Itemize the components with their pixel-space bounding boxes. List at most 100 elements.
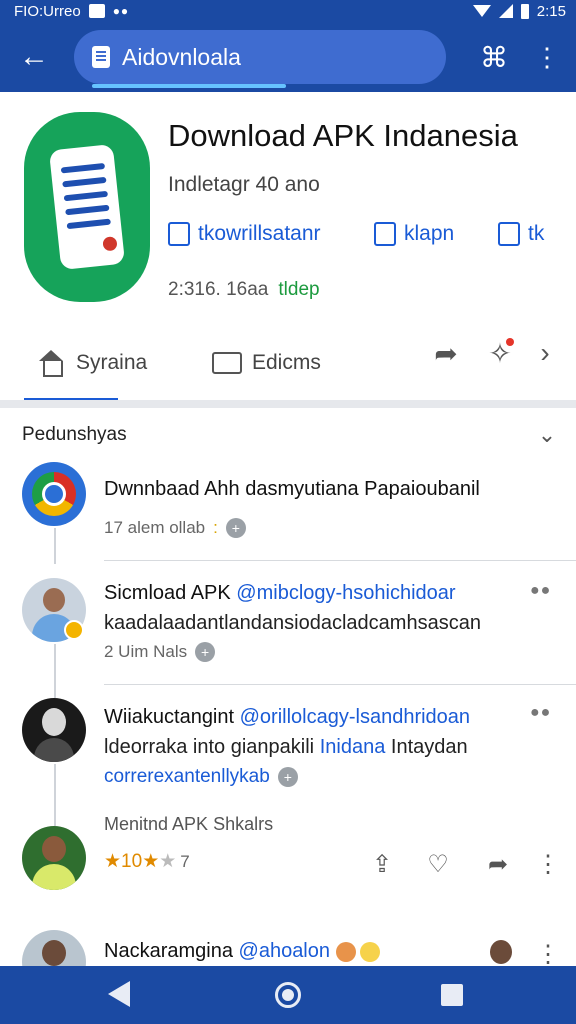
comment-3-body-suffix: Intaydan <box>390 736 468 758</box>
share-icon: ➦ <box>434 337 458 369</box>
action-label-1: tkowrillsatanr <box>198 222 321 245</box>
collapse-button[interactable]: ⌄ <box>532 420 562 450</box>
section-title: Pedunshyas <box>22 424 127 445</box>
notification-dot <box>506 338 514 346</box>
row-divider <box>104 560 576 561</box>
tab-switcher-button[interactable]: ⌘ <box>474 40 514 74</box>
more-vertical-icon: ⋮ <box>536 940 560 968</box>
tab-editions[interactable]: Edicms <box>212 326 321 400</box>
home-icon <box>36 350 66 377</box>
like-button[interactable]: ♡ <box>420 848 456 880</box>
app-actions: tkowrillsatanr klapn tk <box>168 222 568 252</box>
edit-icon <box>374 222 396 246</box>
screen-icon <box>212 352 242 374</box>
signal-icon <box>498 4 513 18</box>
comment-2-header: Sicmload APK @mibclogy-hsohichidoar <box>104 582 456 605</box>
star-icon: ★ <box>142 851 160 872</box>
review-caption: Menitnd APK Shkalrs <box>104 814 274 834</box>
comment-2-mention[interactable]: @mibclogy-hsohichidoar <box>236 582 455 604</box>
comment-1-meta-text: 17 alem ollab <box>104 518 206 537</box>
rating-count: 7 <box>180 852 190 871</box>
more-vertical-icon: ⋮ <box>536 850 560 878</box>
status-left: FIO:Urreo ●● <box>14 3 129 20</box>
comment-3-link[interactable]: correrexantenllykab <box>104 766 270 788</box>
comment-1-meta-colon: : <box>213 518 218 537</box>
back-button[interactable]: ← <box>14 40 54 74</box>
review-rating: ★10★★ 7 <box>104 850 190 873</box>
url-bar[interactable]: Aidovnloala <box>74 30 446 84</box>
comment-3-mention[interactable]: @orillolcagy-lsandhridoan <box>240 706 470 728</box>
heart-icon: ♡ <box>427 850 449 878</box>
emoji-badge-icon <box>64 620 84 640</box>
more-menu-button[interactable]: ⋮ <box>530 40 564 74</box>
tab-home-label: Syraina <box>76 351 148 374</box>
add-reaction-icon[interactable]: + <box>225 518 246 538</box>
comment-5-mention[interactable]: @ahoalon <box>239 940 330 962</box>
comment-1-meta: 17 alem ollab: + <box>104 518 246 538</box>
thread-line <box>54 764 56 826</box>
review-more-button[interactable]: ⋮ <box>530 848 566 880</box>
action-button-2[interactable]: klapn <box>374 222 454 246</box>
wifi-icon <box>472 5 491 17</box>
emoji-icon <box>336 941 356 962</box>
comment-2-name: Sicmload APK <box>104 582 231 604</box>
more-vertical-icon: ⋮ <box>534 42 560 72</box>
comment-5-header: Nackaramgina @ahoalon <box>104 940 380 963</box>
nav-back-icon[interactable] <box>108 981 130 1007</box>
app-meta-status: tldep <box>278 279 320 300</box>
action-label-3: tk <box>528 222 545 245</box>
nav-home-icon[interactable] <box>275 982 301 1008</box>
comment-1-text: Dwnnbaad Ahh dasmyutiana Papaioubanil <box>104 478 480 500</box>
star-empty-icon: ★ <box>159 851 177 872</box>
nav-recents-icon[interactable] <box>441 984 463 1006</box>
share-button[interactable]: ➦ <box>426 336 466 370</box>
next-button[interactable]: › <box>530 336 560 370</box>
user-avatar[interactable] <box>22 826 86 890</box>
page-load-progress <box>92 84 286 88</box>
comment-2-meta-text: 2 Uim Nals <box>104 642 188 661</box>
arrow-left-icon: ← <box>19 40 49 73</box>
user-avatar[interactable] <box>22 698 86 762</box>
system-nav-bar <box>0 966 576 1024</box>
share-icon: ⇪ <box>371 850 393 878</box>
notification-dots-icon: ●● <box>112 4 130 18</box>
notification-icon <box>88 4 105 18</box>
chevron-right-icon: › <box>540 337 550 368</box>
action-label-2: klapn <box>404 222 455 245</box>
action-button-1[interactable]: tkowrillsatanr <box>168 222 321 246</box>
comment-3-body-prefix: ldeorraka into gianpakili <box>104 736 315 758</box>
share-button[interactable]: ⇪ <box>364 848 400 880</box>
add-reaction-icon[interactable]: + <box>195 642 216 662</box>
thread-line <box>54 528 56 564</box>
chevron-down-icon: ⌄ <box>537 422 557 447</box>
tab-switcher-icon: ⌘ <box>480 41 508 73</box>
comment-3-body-link[interactable]: Inidana <box>320 736 386 758</box>
app-logo <box>24 112 150 302</box>
section-divider <box>0 400 576 408</box>
comment-2-more-button[interactable]: ●● <box>530 582 551 600</box>
app-title: Download APK Indanesia <box>168 118 518 153</box>
tab-home[interactable]: Syraina <box>36 326 147 400</box>
comment-3-header: Wiiakuctangint @orillolcagy-lsandhridoan <box>104 706 470 729</box>
tab-editions-label: Edicms <box>252 351 321 374</box>
browser-toolbar: ← Aidovnloala ⌘ ⋮ <box>0 22 576 92</box>
chrome-avatar[interactable] <box>22 462 86 526</box>
more-horizontal-icon: ●● <box>530 704 552 721</box>
app-meta: 2:316. 16aa tldep <box>168 279 320 301</box>
highlight-button[interactable]: ✧ <box>480 336 520 370</box>
comment-3-more-button[interactable]: ●● <box>530 704 551 722</box>
status-carrier-text: FIO:Urreo <box>14 2 81 20</box>
add-reaction-icon[interactable]: + <box>277 767 298 787</box>
forward-button[interactable]: ➦ <box>480 848 516 880</box>
rating-value: 10 <box>121 851 143 872</box>
star-icon: ★ <box>104 851 122 872</box>
page-icon <box>92 46 110 68</box>
bookmark-icon <box>168 222 190 246</box>
small-avatar <box>490 940 512 964</box>
action-button-3[interactable]: tk <box>498 222 544 246</box>
more-horizontal-icon: ●● <box>530 582 552 599</box>
comment-2-meta: 2 Uim Nals + <box>104 642 216 662</box>
comment-3-body: ldeorraka into gianpakili Inidana Intayd… <box>104 736 468 759</box>
document-icon <box>48 143 126 271</box>
app-meta-text: 2:316. 16aa <box>168 279 269 300</box>
